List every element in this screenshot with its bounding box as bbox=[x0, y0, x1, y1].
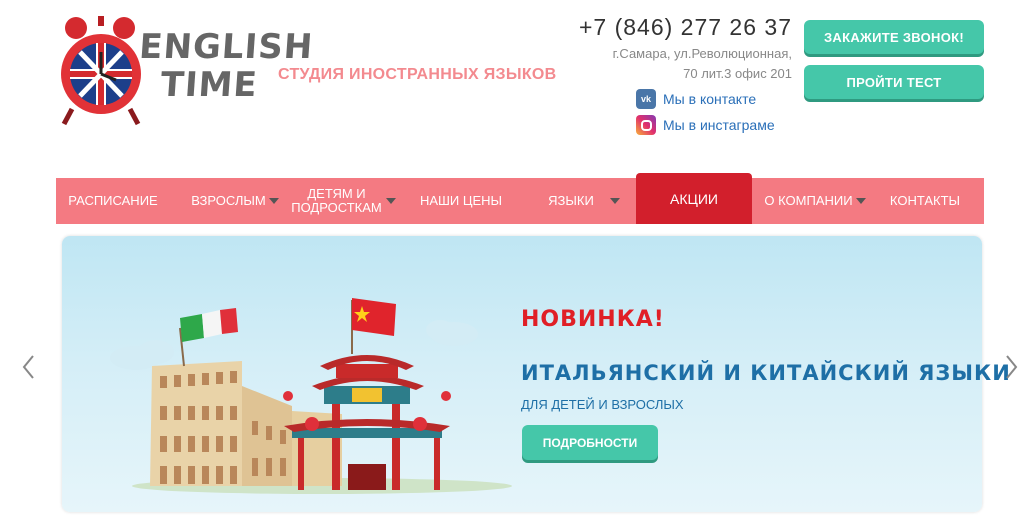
vk-icon: vk bbox=[636, 89, 656, 109]
promo-new-label: НОВИНКА! bbox=[521, 307, 665, 332]
nav-item-label: ВЗРОСЛЫМ bbox=[191, 193, 266, 208]
nav-item-kids[interactable]: ДЕТЯМ И ПОДРОСТКАМ bbox=[290, 178, 396, 224]
chevron-left-icon bbox=[22, 355, 34, 379]
nav-item-schedule[interactable]: РАСПИСАНИЕ bbox=[56, 178, 170, 224]
vk-link-label: Мы в контакте bbox=[663, 91, 757, 107]
nav-item-prices[interactable]: НАШИ ЦЕНЫ bbox=[404, 178, 518, 224]
nav-item-label: АКЦИИ bbox=[670, 190, 718, 207]
nav-item-label: ЯЗЫКИ bbox=[548, 193, 594, 208]
nav-item-label: НАШИ ЦЕНЫ bbox=[419, 193, 503, 208]
instagram-link[interactable]: Мы в инстаграме bbox=[636, 115, 775, 135]
nav-item-label: О КОМПАНИИ bbox=[764, 193, 853, 208]
chevron-down-icon bbox=[268, 198, 279, 204]
nav-item-about[interactable]: О КОМПАНИИ bbox=[756, 178, 874, 224]
nav-item-label: ДЕТЯМ И ПОДРОСТКАМ bbox=[291, 186, 382, 215]
nav-item-label: РАСПИСАНИЕ bbox=[68, 193, 158, 208]
logo[interactable]: ENGLISH TIME bbox=[58, 14, 315, 129]
phone-number[interactable]: +7 (846) 277 26 37 bbox=[579, 14, 792, 41]
chevron-right-icon bbox=[1006, 355, 1018, 379]
vk-link[interactable]: vk Мы в контакте bbox=[636, 89, 756, 109]
logo-line-1: ENGLISH bbox=[137, 27, 315, 67]
take-test-button[interactable]: ПРОЙТИ ТЕСТ bbox=[804, 65, 984, 99]
address: г.Самара, ул.Революционная, 70 лит.3 офи… bbox=[592, 44, 792, 84]
instagram-icon bbox=[636, 115, 656, 135]
slider-next-button[interactable] bbox=[1000, 352, 1022, 382]
chevron-down-icon bbox=[855, 198, 866, 204]
alarm-clock-icon bbox=[61, 16, 141, 126]
details-button[interactable]: ПОДРОБНОСТИ bbox=[522, 425, 658, 460]
address-line-2: 70 лит.3 офис 201 bbox=[683, 66, 792, 81]
nav-item-promotions[interactable]: АКЦИИ bbox=[636, 173, 752, 224]
nav-item-label: КОНТАКТЫ bbox=[889, 193, 961, 208]
slider-prev-button[interactable] bbox=[18, 352, 40, 382]
nav-item-contacts[interactable]: КОНТАКТЫ bbox=[882, 178, 968, 224]
chevron-down-icon bbox=[609, 198, 620, 204]
instagram-link-label: Мы в инстаграме bbox=[663, 117, 775, 133]
order-call-button[interactable]: ЗАКАЖИТЕ ЗВОНОК! bbox=[804, 20, 984, 54]
main-nav: РАСПИСАНИЕ ВЗРОСЛЫМ ДЕТЯМ И ПОДРОСТКАМ Н… bbox=[56, 173, 984, 224]
address-line-1: г.Самара, ул.Революционная, bbox=[612, 46, 792, 61]
nav-item-languages[interactable]: ЯЗЫКИ bbox=[534, 178, 634, 224]
tagline: СТУДИЯ ИНОСТРАННЫХ ЯЗЫКОВ bbox=[278, 66, 557, 83]
chevron-down-icon bbox=[386, 198, 396, 204]
promo-subtitle: ДЛЯ ДЕТЕЙ И ВЗРОСЛЫХ bbox=[521, 397, 684, 412]
promo-title: ИТАЛЬЯНСКИЙ И КИТАЙСКИЙ ЯЗЫКИ bbox=[521, 361, 1011, 385]
nav-item-adults[interactable]: ВЗРОСЛЫМ bbox=[182, 178, 288, 224]
